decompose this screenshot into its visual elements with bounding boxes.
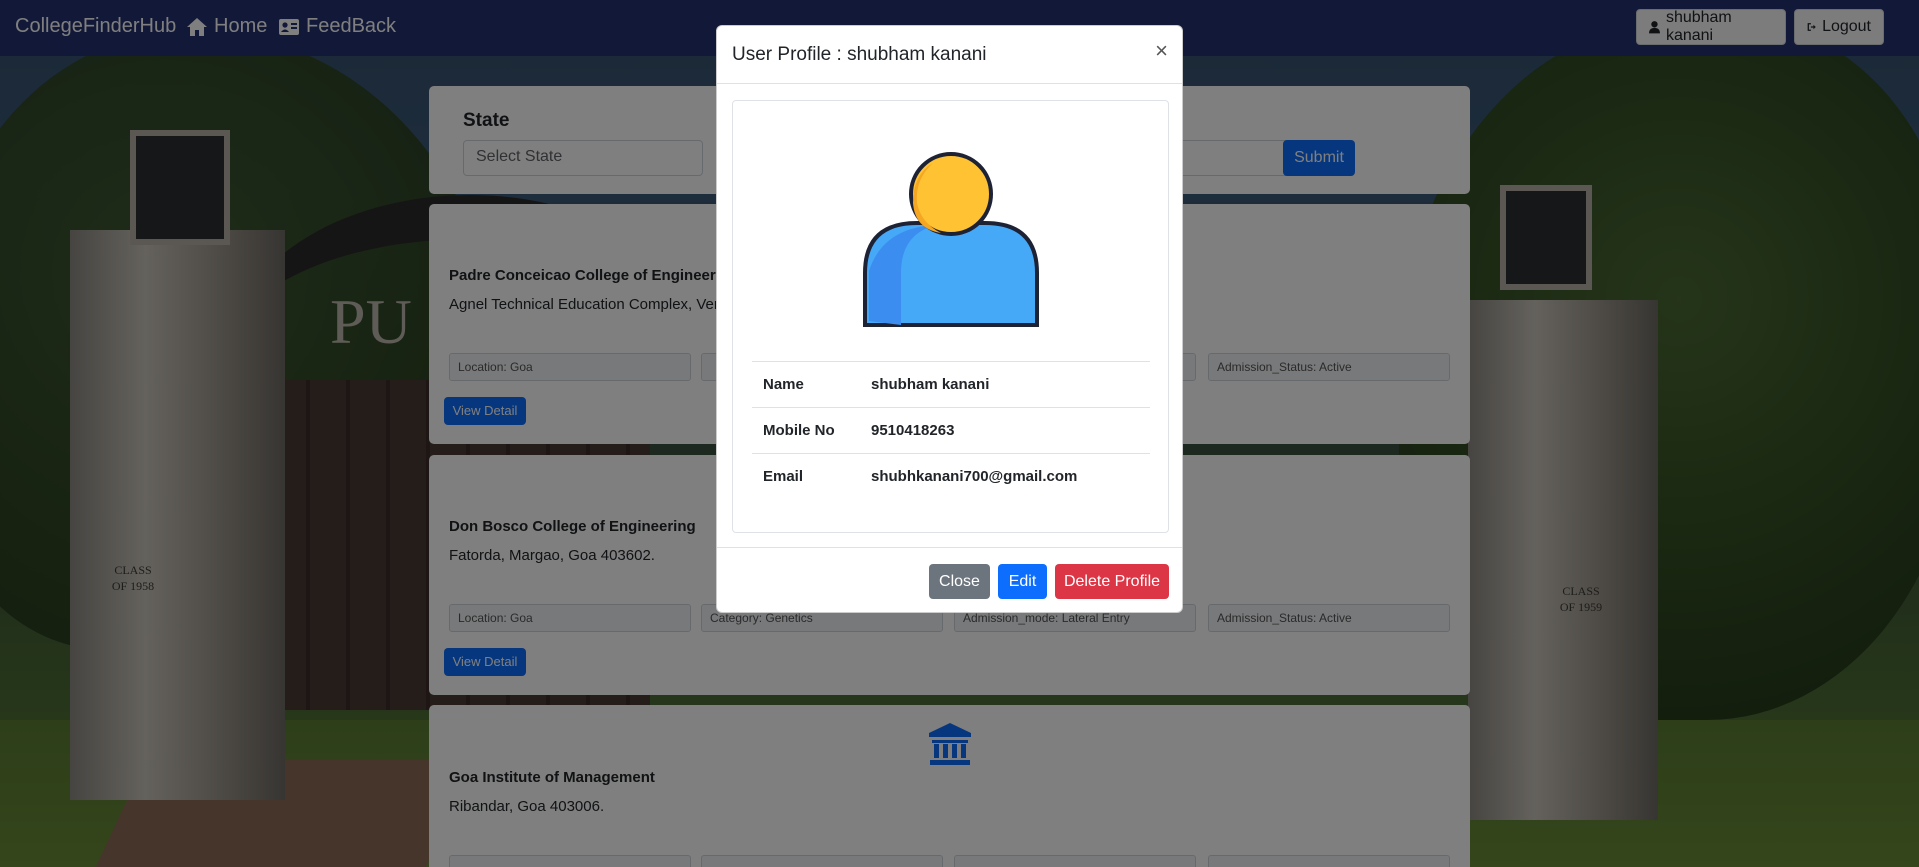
table-row: Name shubham kanani bbox=[752, 361, 1150, 408]
profile-info-table: Name shubham kanani Mobile No 9510418263… bbox=[752, 361, 1150, 500]
mobile-value: 9510418263 bbox=[871, 407, 1150, 454]
name-key: Name bbox=[752, 361, 871, 408]
edit-button[interactable]: Edit bbox=[998, 564, 1047, 599]
name-value: shubham kanani bbox=[871, 361, 1150, 408]
table-row: Email shubhkanani700@gmail.com bbox=[752, 453, 1150, 500]
close-icon[interactable]: × bbox=[1155, 40, 1168, 62]
user-profile-modal: User Profile : shubham kanani × Name shu… bbox=[716, 25, 1183, 613]
modal-header: User Profile : shubham kanani × bbox=[717, 26, 1182, 84]
email-value: shubhkanani700@gmail.com bbox=[871, 453, 1150, 500]
modal-title: User Profile : shubham kanani bbox=[732, 44, 987, 65]
email-key: Email bbox=[752, 453, 871, 500]
mobile-key: Mobile No bbox=[752, 407, 871, 454]
modal-footer: Close Edit Delete Profile bbox=[717, 547, 1182, 613]
table-row: Mobile No 9510418263 bbox=[752, 407, 1150, 454]
delete-profile-button[interactable]: Delete Profile bbox=[1055, 564, 1169, 599]
profile-card: Name shubham kanani Mobile No 9510418263… bbox=[732, 100, 1169, 533]
close-button[interactable]: Close bbox=[929, 564, 990, 599]
user-avatar-icon bbox=[863, 152, 1039, 327]
